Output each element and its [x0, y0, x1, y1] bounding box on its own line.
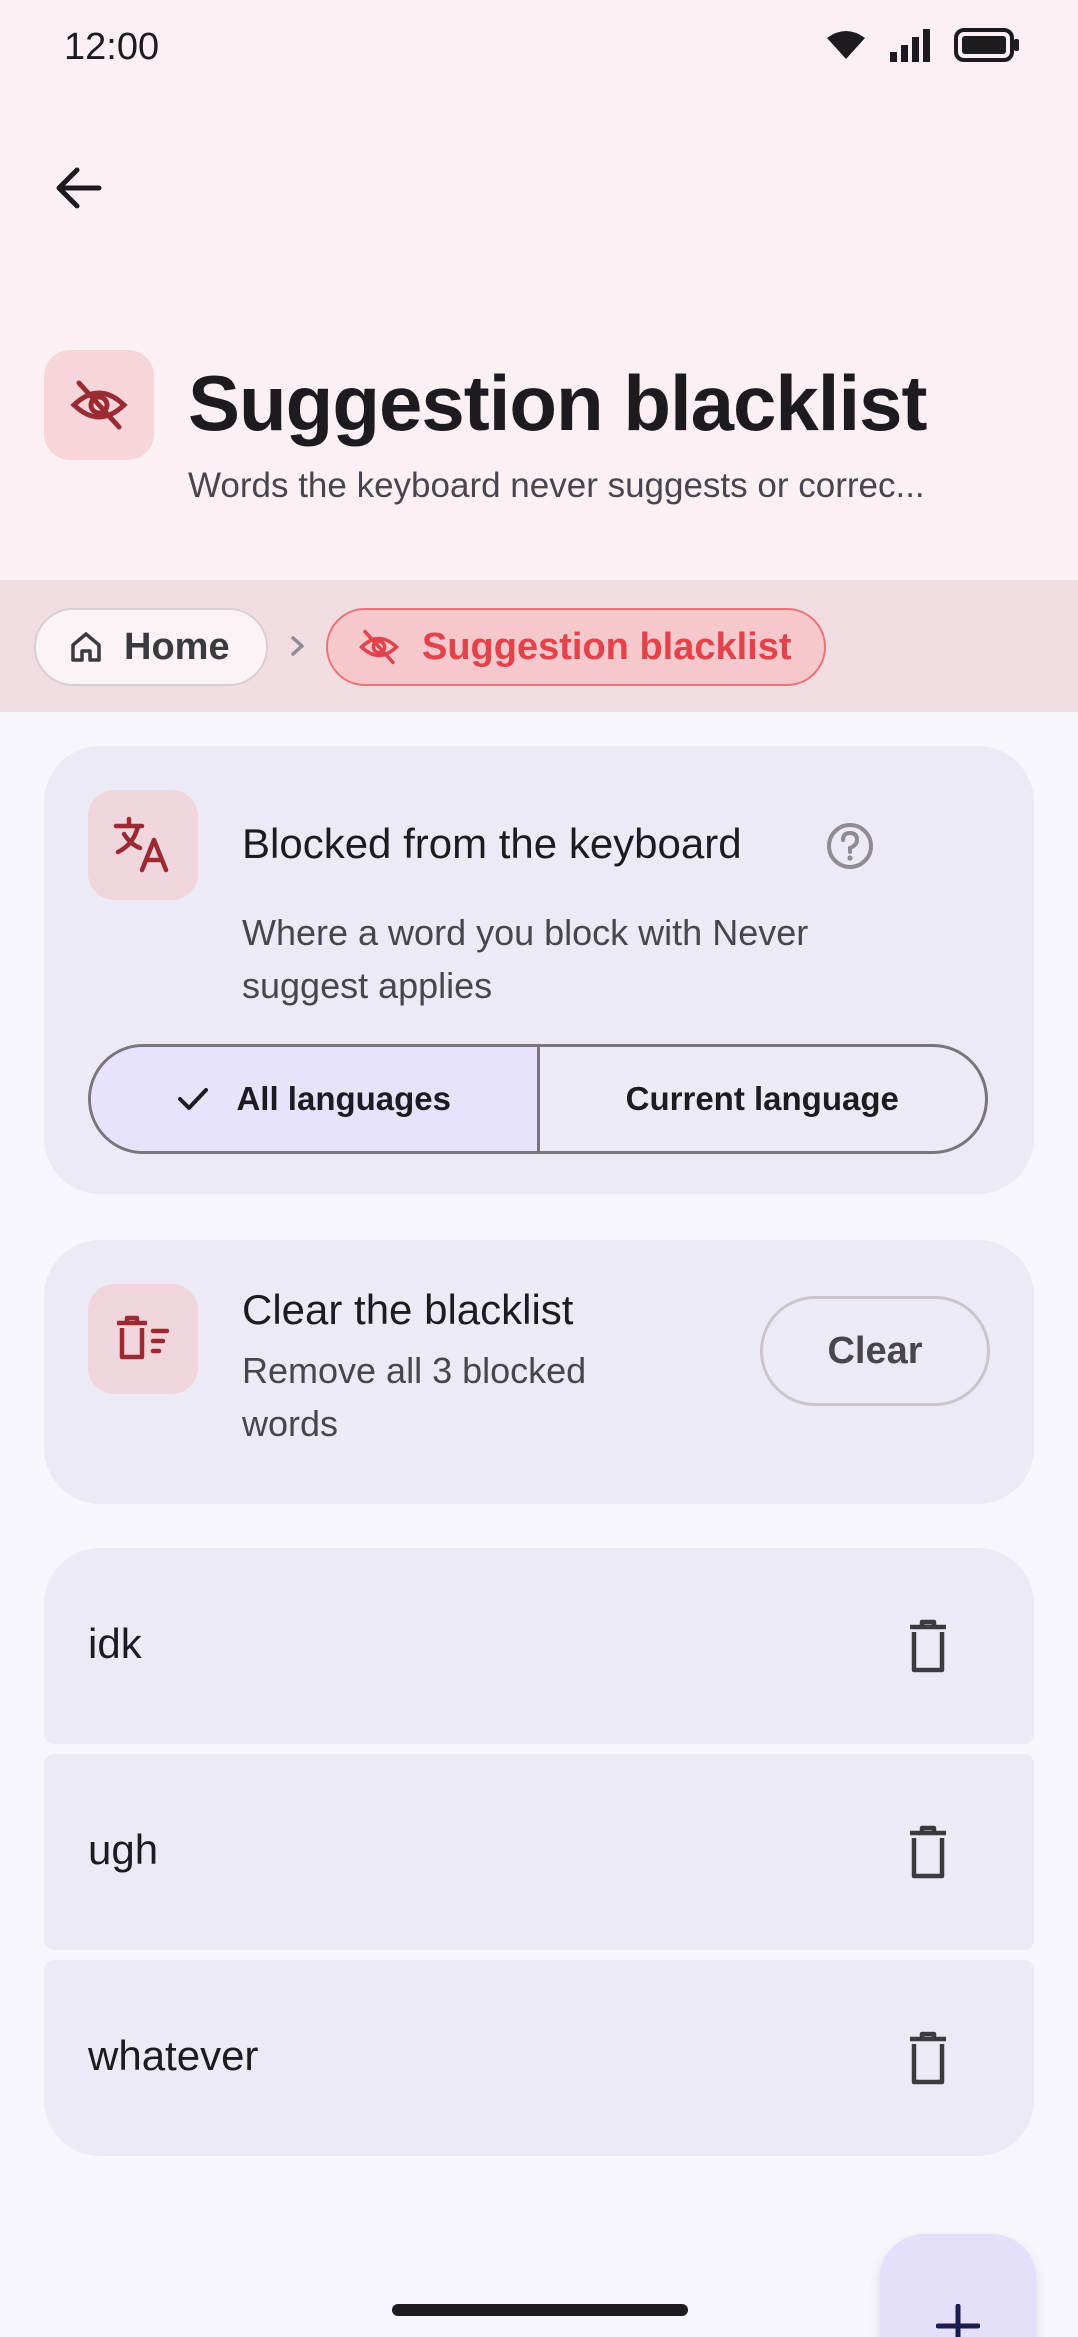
scope-icon-container	[88, 790, 198, 900]
status-time: 12:00	[64, 26, 160, 68]
clear-icon-container	[88, 1284, 198, 1394]
delete-word-button[interactable]	[896, 1820, 960, 1884]
scope-card-description: Where a word you block with Never sugges…	[242, 912, 809, 1006]
delete-sweep-icon	[117, 1315, 170, 1360]
clear-card-title: Clear the blacklist	[242, 1286, 574, 1333]
clear-card-description: Remove all 3 blocked words	[242, 1350, 587, 1444]
list-item: ugh	[44, 1754, 1034, 1950]
check-icon	[178, 1088, 209, 1110]
eye-off-icon	[70, 380, 128, 430]
segment-all-languages[interactable]: All languages	[91, 1047, 540, 1151]
translate-icon	[113, 816, 169, 873]
signal-icon	[890, 29, 930, 62]
list-item: idk	[44, 1548, 1034, 1744]
title-icon-container	[44, 350, 154, 460]
word-label: whatever	[88, 2032, 259, 2079]
status-icons	[826, 28, 1020, 62]
segment-all-languages-label: All languages	[236, 1080, 452, 1117]
scope-card-title: Blocked from the keyboard	[242, 820, 742, 867]
list-item: whatever	[44, 1960, 1034, 2156]
back-button[interactable]	[40, 150, 116, 226]
trash-icon	[910, 1619, 946, 1673]
word-label: idk	[88, 1620, 142, 1667]
home-icon	[71, 632, 101, 662]
breadcrumb-current[interactable]: Suggestion blacklist	[326, 608, 826, 686]
wifi-icon	[827, 31, 865, 59]
home-indicator[interactable]	[392, 2304, 688, 2316]
page-subtitle: Words the keyboard never suggests or cor…	[188, 466, 925, 505]
breadcrumb-home-label: Home	[124, 625, 230, 668]
plus-icon	[936, 2304, 980, 2337]
arrow-left-icon	[56, 167, 102, 209]
word-label: ugh	[88, 1826, 159, 1873]
clear-card: Clear the blacklist Remove all 3 blocked…	[44, 1240, 1034, 1504]
page-title: Suggestion blacklist	[188, 359, 927, 447]
trash-icon	[910, 2031, 946, 2085]
segment-current-language[interactable]: Current language	[540, 1047, 986, 1151]
delete-word-button[interactable]	[896, 2026, 960, 2090]
eye-off-icon	[358, 629, 400, 665]
battery-icon	[954, 28, 1019, 62]
delete-word-button[interactable]	[896, 1614, 960, 1678]
trash-icon	[910, 1825, 946, 1879]
help-circle-icon[interactable]	[824, 820, 876, 872]
status-bar: 12:00	[0, 0, 1078, 96]
scope-card: Blocked from the keyboard Where a word y…	[44, 746, 1034, 1194]
breadcrumb-home[interactable]: Home	[34, 608, 268, 686]
chevron-right-icon	[291, 636, 304, 656]
segment-current-language-label: Current language	[625, 1080, 899, 1117]
breadcrumb-current-label: Suggestion blacklist	[422, 625, 792, 668]
language-scope-segmented-button: All languages Current language	[88, 1044, 988, 1154]
clear-button[interactable]: Clear	[760, 1296, 990, 1406]
add-word-fab[interactable]	[880, 2234, 1036, 2337]
